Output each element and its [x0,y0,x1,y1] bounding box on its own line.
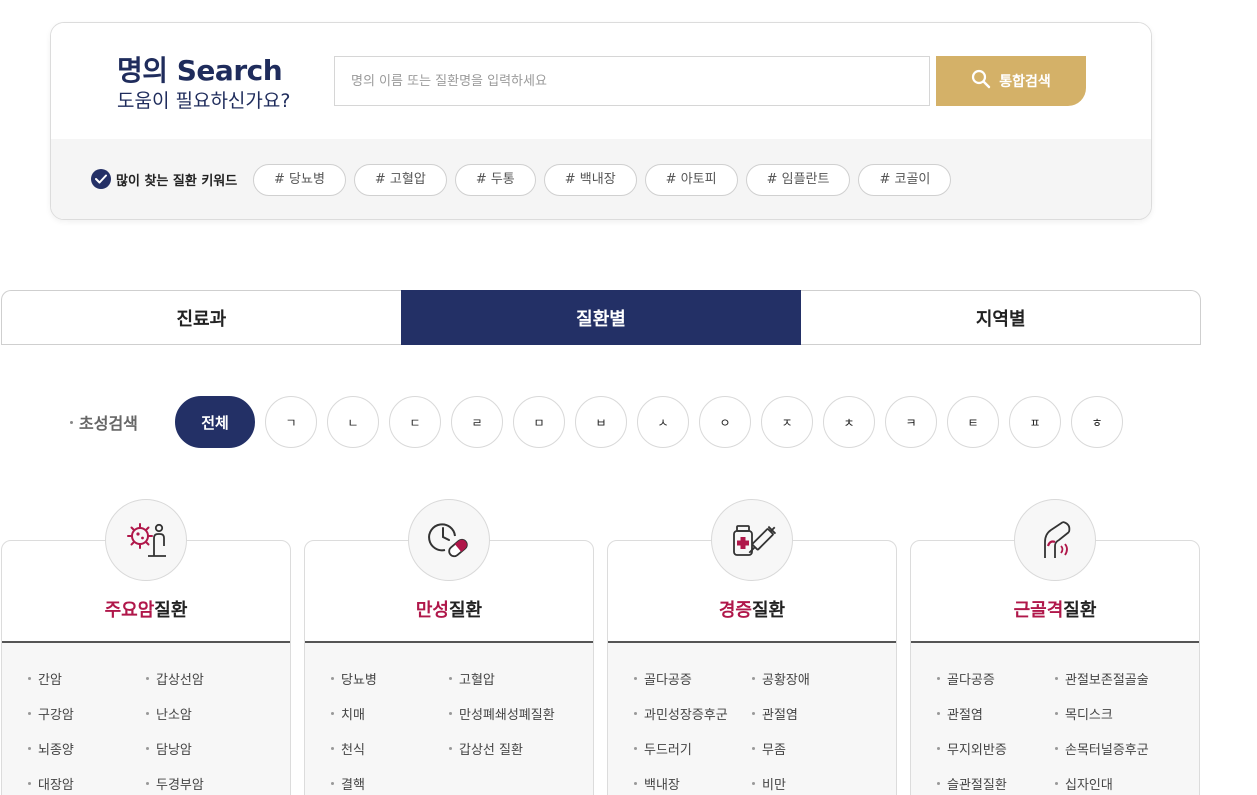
initial-button[interactable]: ㅋ [885,396,937,448]
keyword-chips: # 당뇨병 # 고혈압 # 두통 # 백내장 # 아토피 # 임플란트 # 코골… [253,164,952,196]
disease-list: 골다공증 공황장애 과민성장증후군 관절염 두드러기 무좀 백내장 비만 [608,643,896,795]
initial-button[interactable]: ㅁ [513,396,565,448]
search-subtitle: 도움이 필요하신가요? [117,90,291,112]
search-panel: 명의 Search 도움이 필요하신가요? 통합검색 많이 찾는 질환 키워드 … [50,22,1152,220]
tab-region[interactable]: 지역별 [801,290,1202,345]
initial-button[interactable]: ㄷ [389,396,441,448]
initial-button[interactable]: ㅍ [1009,396,1061,448]
disease-item[interactable]: 천식 [331,739,449,758]
keyword-chip[interactable]: # 아토피 [644,164,738,196]
disease-item[interactable]: 고혈압 [449,669,589,688]
disease-item[interactable]: 십자인대 [1055,774,1195,793]
cancer-cell-icon [105,499,187,581]
disease-item[interactable]: 골다공증 [937,669,1055,688]
bullet-dot [70,420,73,424]
disease-item[interactable]: 만성폐쇄성폐질환 [449,704,589,723]
tab-disease[interactable]: 질환별 [400,290,802,345]
category-card-mild: 경증질환 골다공증 공황장애 과민성장증후군 관절염 두드러기 무좀 백내장 비… [607,499,897,795]
disease-item[interactable]: 갑상선암 [146,669,286,688]
initial-button[interactable]: ㅎ [1071,396,1123,448]
initial-button[interactable]: ㄱ [265,396,317,448]
category-title: 경증질환 [718,600,786,621]
disease-item[interactable]: 담낭암 [146,739,286,758]
category-tabs: 진료과 질환별 지역별 [1,290,1202,345]
search-button[interactable]: 통합검색 [936,56,1086,106]
search-button-label: 통합검색 [999,74,1051,90]
keyword-label-group: 많이 찾는 질환 키워드 [91,169,237,189]
medicine-syringe-icon [711,499,793,581]
disease-list: 골다공증 관절보존절골술 관절염 목디스크 무지외반증 손목터널증후군 슬관절질… [911,643,1199,795]
disease-item[interactable]: 관절보존절골술 [1055,669,1195,688]
disease-list: 당뇨병 고혈압 치매 만성폐쇄성폐질환 천식 갑상선 질환 결핵 [305,643,593,795]
category-card-cancer: 주요암질환 간암 갑상선암 구강암 난소암 뇌종양 담낭암 대장암 두경부암 [1,499,291,795]
disease-item[interactable]: 구강암 [28,704,146,723]
joint-icon [1014,499,1096,581]
disease-item[interactable]: 백내장 [634,774,752,793]
search-title: 명의 Search [117,54,283,87]
initial-buttons: 전체 ㄱ ㄴ ㄷ ㄹ ㅁ ㅂ ㅅ ㅇ ㅈ ㅊ ㅋ ㅌ ㅍ ㅎ [175,396,1123,448]
search-top: 명의 Search 도움이 필요하신가요? 통합검색 [51,23,1151,139]
disease-item[interactable]: 과민성장증후군 [634,704,752,723]
initial-button[interactable]: ㅈ [761,396,813,448]
initial-button[interactable]: ㅊ [823,396,875,448]
search-heading: 명의 Search 도움이 필요하신가요? [117,53,290,113]
tab-department[interactable]: 진료과 [1,290,401,345]
disease-list: 간암 갑상선암 구강암 난소암 뇌종양 담낭암 대장암 두경부암 [2,643,290,795]
keyword-chip[interactable]: # 임플란트 [745,164,851,196]
initial-button[interactable]: ㅇ [699,396,751,448]
disease-item[interactable]: 관절염 [937,704,1055,723]
disease-item[interactable]: 두드러기 [634,739,752,758]
keyword-chip[interactable]: # 코골이 [858,164,952,196]
disease-item[interactable]: 관절염 [752,704,892,723]
keyword-chip[interactable]: # 당뇨병 [253,164,346,196]
keyword-chip[interactable]: # 두통 [454,164,536,196]
disease-item[interactable]: 무좀 [752,739,892,758]
disease-item[interactable]: 간암 [28,669,146,688]
disease-item[interactable]: 갑상선 질환 [449,739,589,758]
initial-search: 초성검색 전체 ㄱ ㄴ ㄷ ㄹ ㅁ ㅂ ㅅ ㅇ ㅈ ㅊ ㅋ ㅌ ㅍ ㅎ [70,395,1123,449]
disease-item[interactable]: 손목터널증후군 [1055,739,1195,758]
initial-search-label: 초성검색 [79,414,138,433]
disease-item[interactable]: 결핵 [331,774,449,793]
keyword-chip[interactable]: # 고혈압 [353,164,447,196]
search-icon [971,69,991,93]
disease-item[interactable]: 대장암 [28,774,146,793]
initial-button[interactable]: ㅂ [575,396,627,448]
initial-button-all[interactable]: 전체 [175,396,255,448]
category-title: 만성질환 [415,600,483,621]
disease-item[interactable]: 치매 [331,704,449,723]
category-card-musculoskeletal: 근골격질환 골다공증 관절보존절골술 관절염 목디스크 무지외반증 손목터널증후… [910,499,1200,795]
initial-button[interactable]: ㅌ [947,396,999,448]
initial-search-label-group: 초성검색 [70,410,175,434]
disease-item[interactable]: 당뇨병 [331,669,449,688]
keyword-label: 많이 찾는 질환 키워드 [116,173,238,189]
category-title: 주요암질환 [104,600,188,621]
disease-item[interactable]: 슬관절질환 [937,774,1055,793]
disease-item[interactable]: 무지외반증 [937,739,1055,758]
disease-item[interactable]: 골다공증 [634,669,752,688]
check-circle-icon [91,169,111,189]
initial-button[interactable]: ㄹ [451,396,503,448]
disease-item[interactable]: 난소암 [146,704,286,723]
disease-item[interactable]: 비만 [752,774,892,793]
disease-item[interactable]: 두경부암 [146,774,286,793]
search-input[interactable] [334,56,930,106]
initial-button[interactable]: ㄴ [327,396,379,448]
keyword-chip[interactable]: # 백내장 [543,164,637,196]
keyword-bar: 많이 찾는 질환 키워드 # 당뇨병 # 고혈압 # 두통 # 백내장 # 아토… [51,139,1151,219]
disease-item[interactable]: 목디스크 [1055,704,1195,723]
disease-item[interactable]: 공황장애 [752,669,892,688]
disease-item[interactable]: 뇌종양 [28,739,146,758]
category-title: 근골격질환 [1013,600,1097,621]
category-card-chronic: 만성질환 당뇨병 고혈압 치매 만성폐쇄성폐질환 천식 갑상선 질환 결핵 [304,499,594,795]
initial-button[interactable]: ㅅ [637,396,689,448]
clock-pill-icon [408,499,490,581]
